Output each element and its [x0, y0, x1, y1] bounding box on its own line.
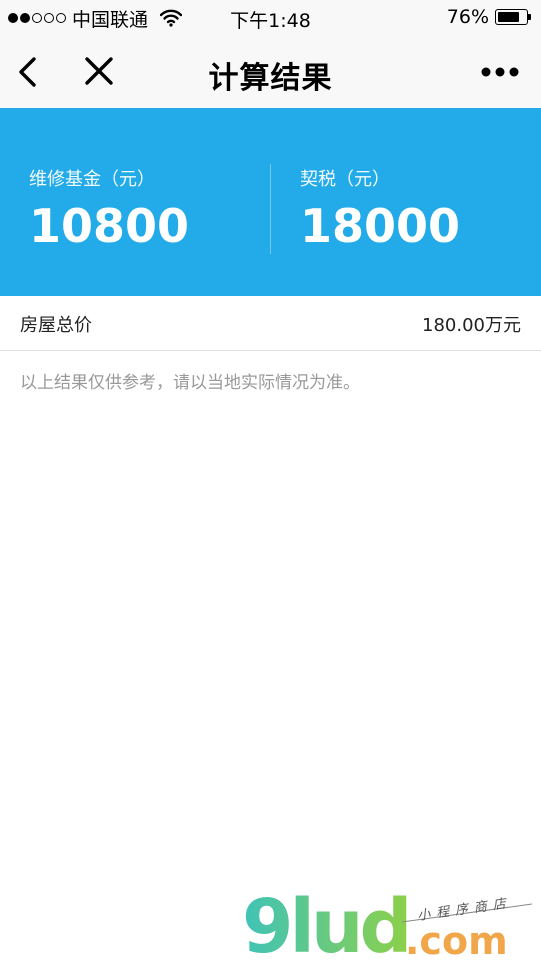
maintenance-fund-result: 维修基金（元） 10800	[29, 165, 189, 253]
page-title: 计算结果	[208, 61, 333, 96]
watermark-brand: 9lud	[242, 884, 409, 960]
result-divider	[270, 164, 271, 254]
status-bar: 中国联通 下午1:48 76%	[0, 0, 541, 36]
navigation-bar: 计算结果	[0, 36, 541, 108]
result-label: 维修基金（元）	[29, 169, 155, 190]
total-price-row: 房屋总价 180.00万元	[0, 296, 541, 351]
battery-percent: 76%	[446, 6, 489, 28]
total-price-value: 180.00万元	[422, 315, 521, 336]
total-price-label: 房屋总价	[20, 315, 92, 336]
result-banner: 维修基金（元） 10800 契税（元） 18000	[0, 108, 541, 296]
watermark-domain: .com	[405, 919, 508, 960]
result-value: 18000	[300, 199, 461, 253]
result-label: 契税（元）	[300, 169, 390, 190]
battery-icon	[495, 9, 531, 25]
watermark-logo: 9lud .com 小程序商店	[242, 884, 533, 960]
disclaimer-note: 以上结果仅供参考，请以当地实际情况为准。	[20, 373, 360, 393]
result-value: 10800	[29, 199, 190, 253]
more-icon[interactable]	[481, 66, 519, 78]
status-right: 76%	[447, 6, 531, 28]
deed-tax-result: 契税（元） 18000	[300, 165, 460, 253]
